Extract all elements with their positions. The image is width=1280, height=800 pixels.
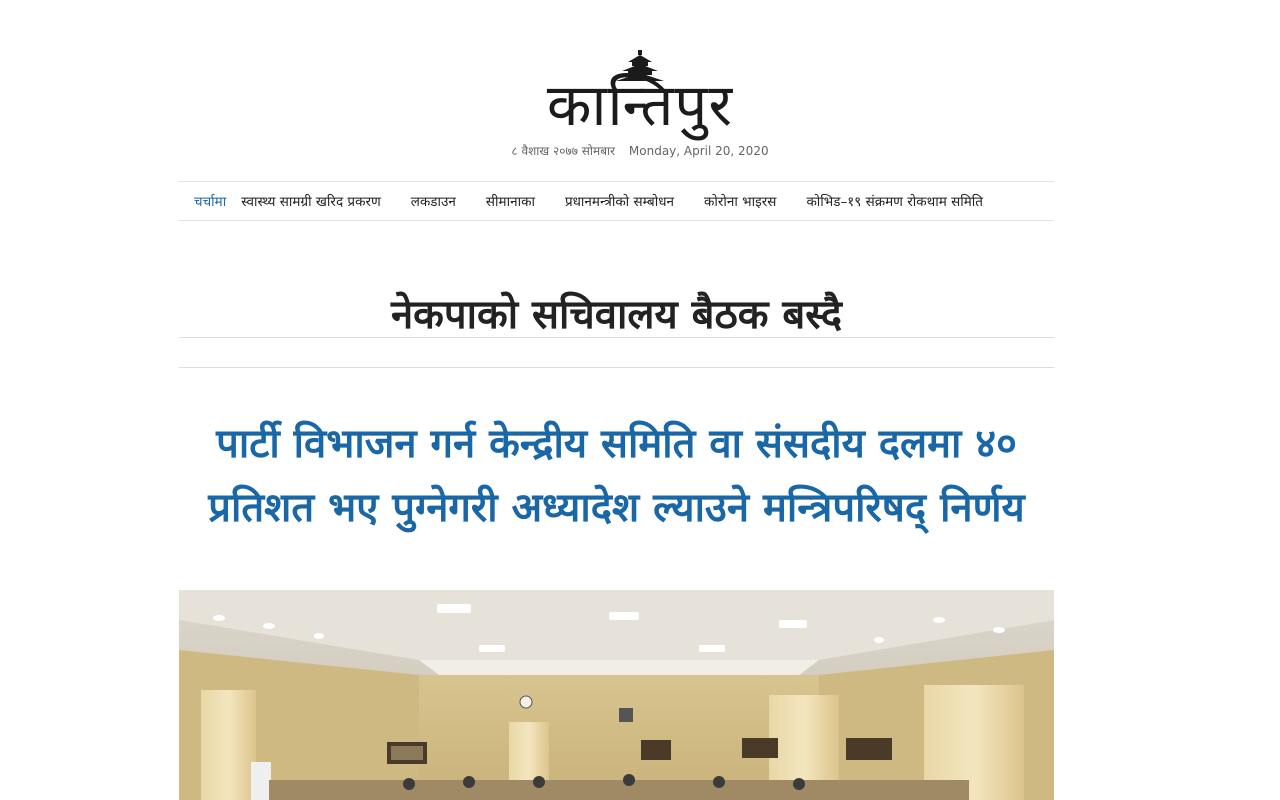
- nav-item-covid-committee[interactable]: कोभिड–१९ संक्रमण रोकथाम समिति: [806, 192, 983, 210]
- nav-item-lockdown[interactable]: लकडाउन: [411, 192, 456, 210]
- nav-item-coronavirus[interactable]: कोरोना भाइरस: [704, 192, 776, 210]
- divider: [179, 337, 1054, 338]
- site-logo[interactable]: कान्तिपुर: [547, 50, 733, 142]
- article-headline[interactable]: पार्टी विभाजन गर्न केन्द्रीय समिति वा सं…: [179, 412, 1054, 540]
- trending-label: चर्चामा: [194, 194, 227, 210]
- trending-nav: चर्चामा स्वास्थ्य सामग्री खरिद प्रकरण लक…: [179, 181, 1054, 221]
- dateline: ८ वैशाख २०७७ सोमबार Monday, April 20, 20…: [0, 142, 1280, 159]
- masthead: कान्तिपुर ८ वैशाख २०७७ सोमबार Monday, Ap…: [0, 50, 1280, 159]
- article-page: कान्तिपुर ८ वैशाख २०७७ सोमबार Monday, Ap…: [0, 0, 1280, 800]
- nav-item-health-supplies[interactable]: स्वास्थ्य सामग्री खरिद प्रकरण: [241, 192, 381, 210]
- meeting-room-image: [179, 590, 1054, 800]
- pagoda-roof-icon: [616, 50, 664, 81]
- nav-item-border[interactable]: सीमानाका: [486, 192, 535, 210]
- nav-item-pm-address[interactable]: प्रधानमन्त्रीको सम्बोधन: [565, 192, 674, 210]
- divider: [179, 367, 1054, 368]
- topic-heading: नेकपाको सचिवालय बैठक बस्दै: [390, 292, 843, 339]
- article-photo: [179, 590, 1054, 800]
- date-english: Monday, April 20, 2020: [628, 144, 769, 158]
- date-nepali: ८ वैशाख २०७७ सोमबार: [511, 144, 616, 158]
